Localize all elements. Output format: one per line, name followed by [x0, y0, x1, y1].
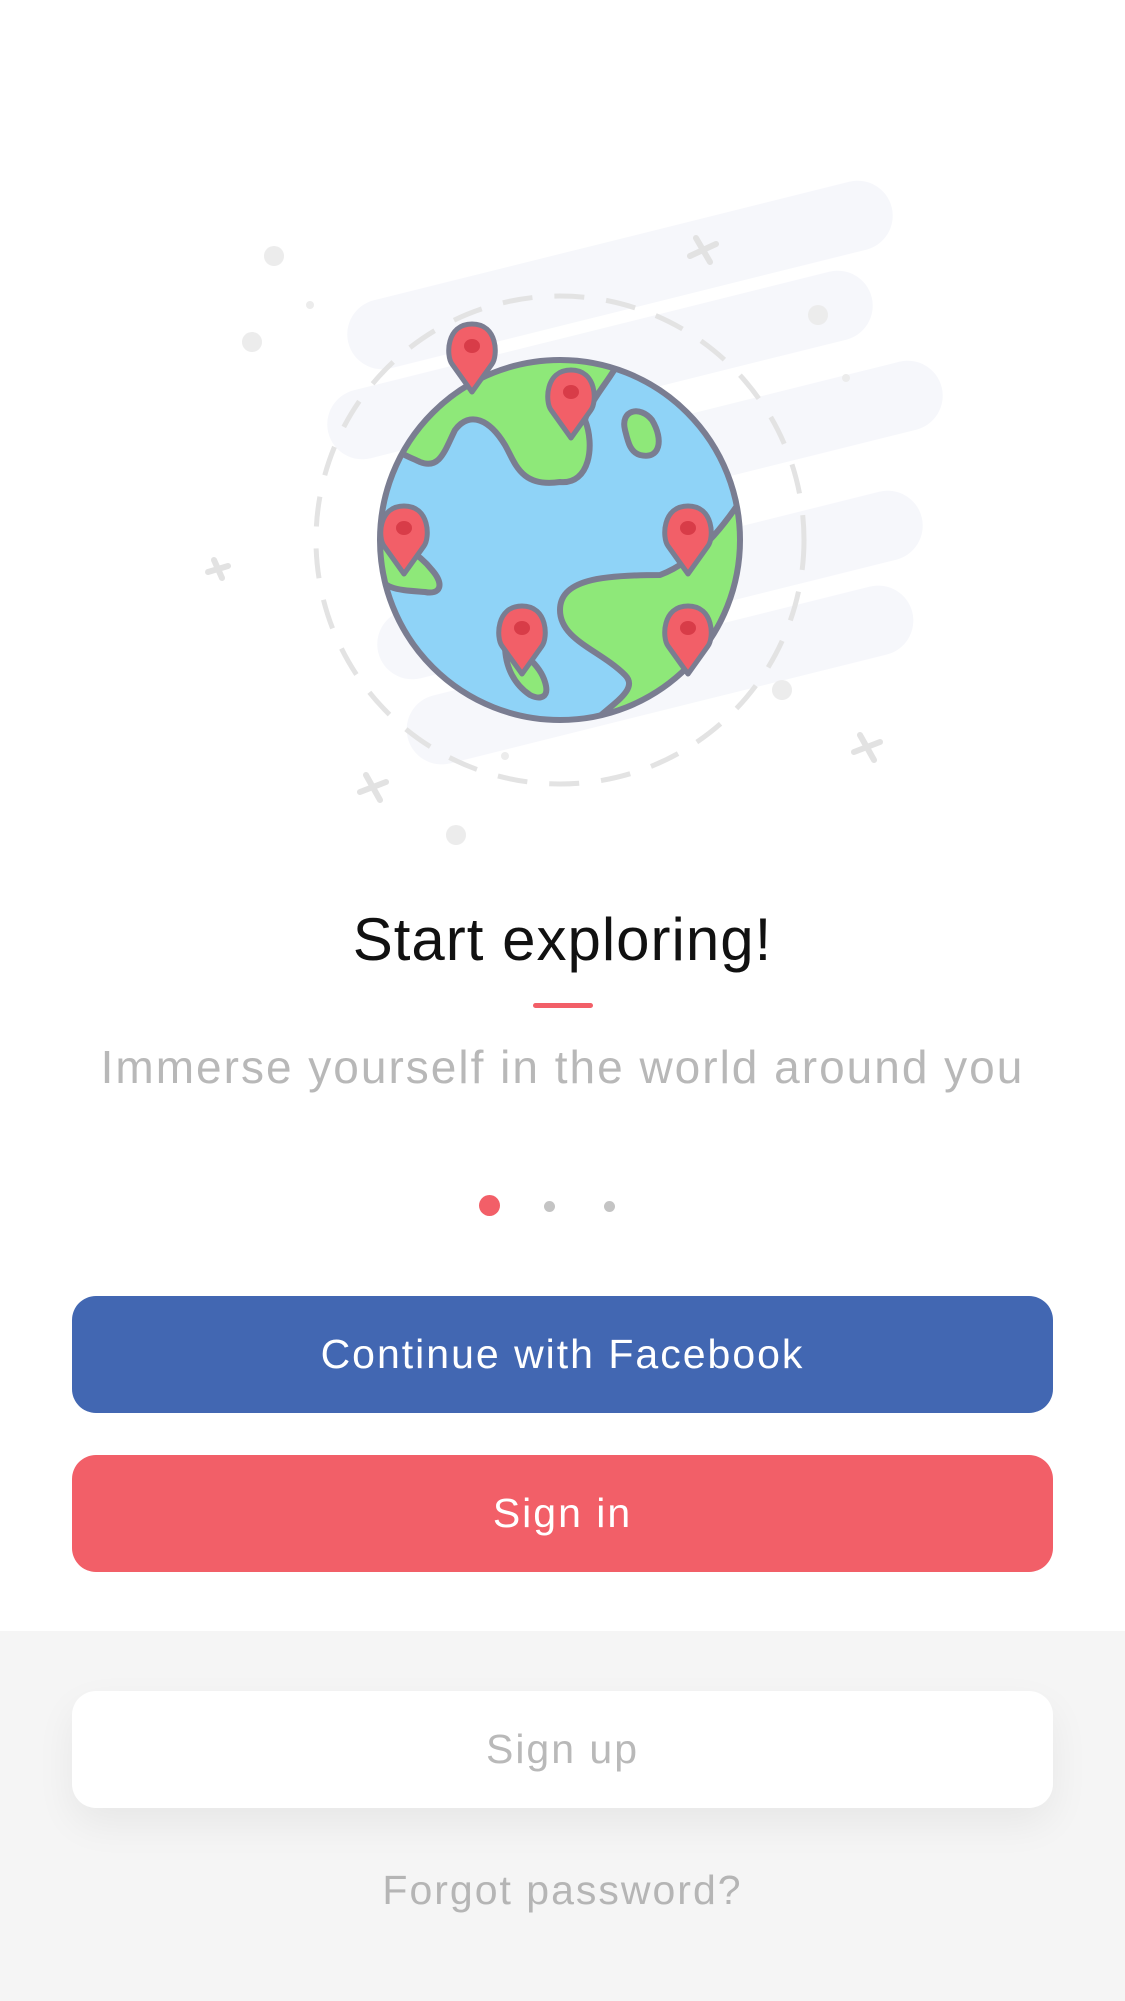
- sign-up-button[interactable]: Sign up: [72, 1691, 1053, 1808]
- globe-illustration: [205, 180, 943, 845]
- page-indicator: [0, 1195, 1125, 1219]
- page-title: Start exploring!: [352, 906, 773, 973]
- footer-panel: Sign up Forgot password?: [0, 1631, 1125, 2001]
- page-dot[interactable]: [544, 1201, 555, 1212]
- forgot-password-link[interactable]: Forgot password?: [0, 1867, 1125, 1914]
- continue-with-facebook-button[interactable]: Continue with Facebook: [72, 1296, 1053, 1413]
- title-underline: [533, 1003, 593, 1008]
- page-subtitle: Immerse yourself in the world around you: [100, 1041, 1025, 1093]
- hero-illustration: [0, 0, 1125, 880]
- sign-in-button[interactable]: Sign in: [72, 1455, 1053, 1572]
- page-dot-active[interactable]: [479, 1195, 500, 1216]
- page-dot[interactable]: [604, 1201, 615, 1212]
